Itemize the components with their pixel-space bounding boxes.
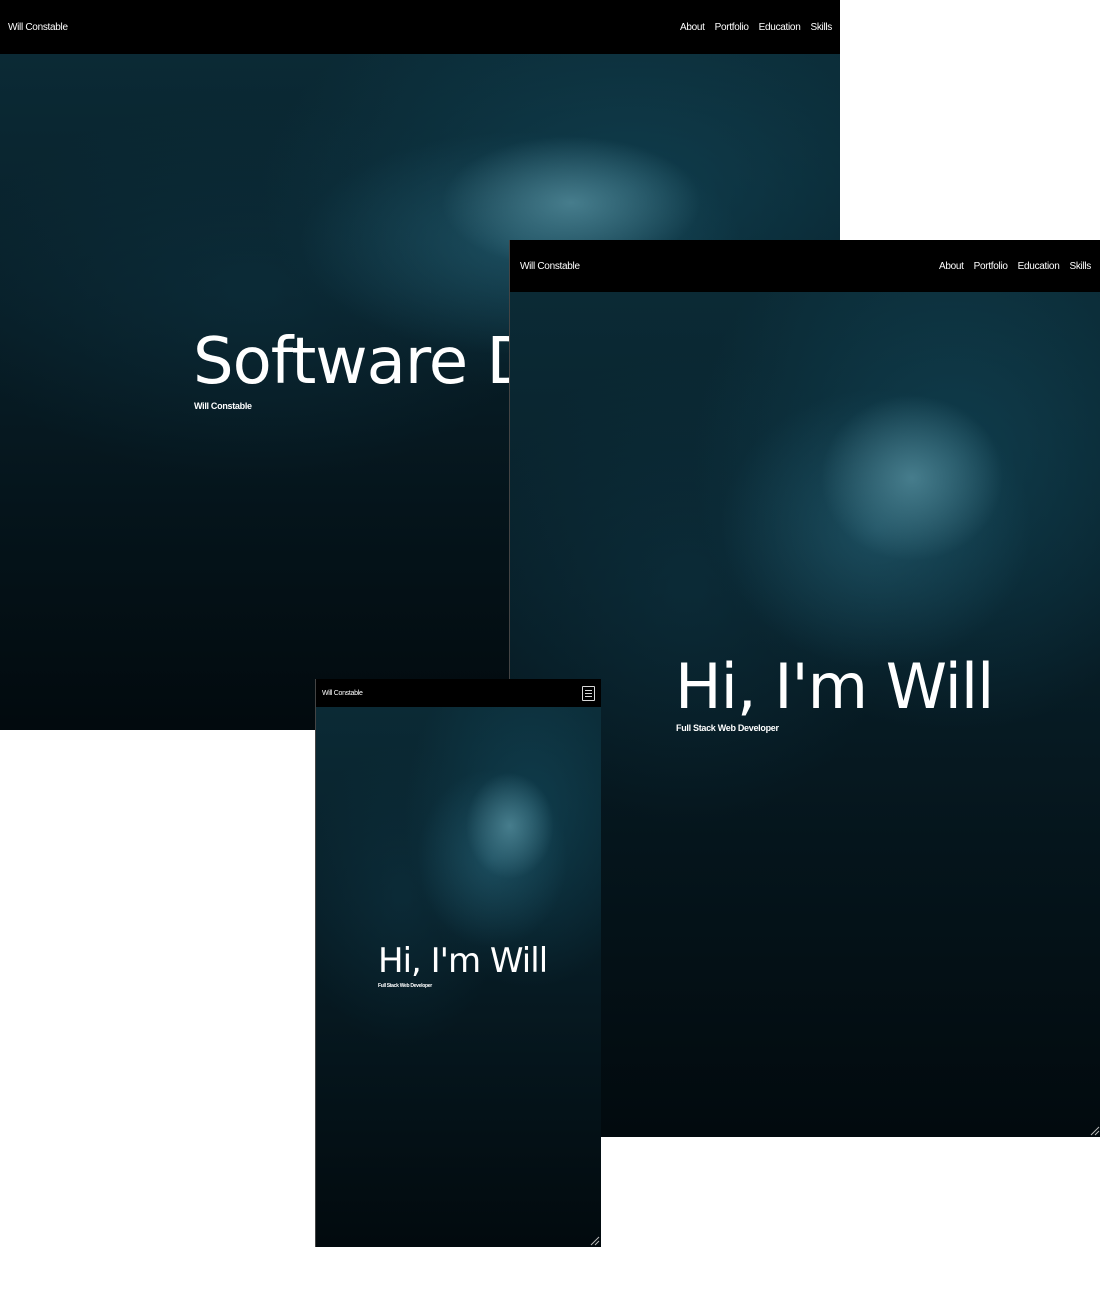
brand-link[interactable]: Will Constable xyxy=(520,261,580,272)
nav-link-portfolio[interactable]: Portfolio xyxy=(715,22,749,33)
nav-link-education[interactable]: Education xyxy=(1018,261,1060,272)
nav-link-skills[interactable]: Skills xyxy=(1069,261,1091,272)
nav-link-about[interactable]: About xyxy=(680,22,705,33)
hero-subheading: Full Stack Web Developer xyxy=(378,983,432,989)
hamburger-menu-icon[interactable] xyxy=(582,685,595,701)
brand-link[interactable]: Will Constable xyxy=(322,690,363,697)
hero-headline: Hi, I'm Will xyxy=(378,941,548,981)
menu-line xyxy=(585,695,592,697)
navbar: Will Constable About Portfolio Education… xyxy=(510,240,1100,292)
navbar: Will Constable About Portfolio Education… xyxy=(0,0,840,54)
hero-headline: Hi, I'm Will xyxy=(675,650,994,723)
nav-links: About Portfolio Education Skills xyxy=(670,22,832,33)
nav-links: About Portfolio Education Skills xyxy=(929,261,1091,272)
resize-grip-icon[interactable] xyxy=(588,1234,600,1246)
menu-line xyxy=(585,689,592,691)
responsive-screenshot-collage: Will Constable About Portfolio Education… xyxy=(0,0,1100,1300)
nav-link-education[interactable]: Education xyxy=(759,22,801,33)
navbar: Will Constable xyxy=(316,679,601,707)
nav-link-portfolio[interactable]: Portfolio xyxy=(974,261,1008,272)
brand-link[interactable]: Will Constable xyxy=(8,22,68,33)
hero-subheading: Full Stack Web Developer xyxy=(676,723,779,733)
nav-link-about[interactable]: About xyxy=(939,261,964,272)
resize-grip-icon[interactable] xyxy=(1088,1124,1100,1136)
nav-link-skills[interactable]: Skills xyxy=(810,22,832,33)
menu-line xyxy=(585,692,592,694)
hero-subheading: Will Constable xyxy=(194,401,252,411)
mobile-viewport: Will Constable Hi, I'm Will Full Stack W… xyxy=(315,679,601,1247)
